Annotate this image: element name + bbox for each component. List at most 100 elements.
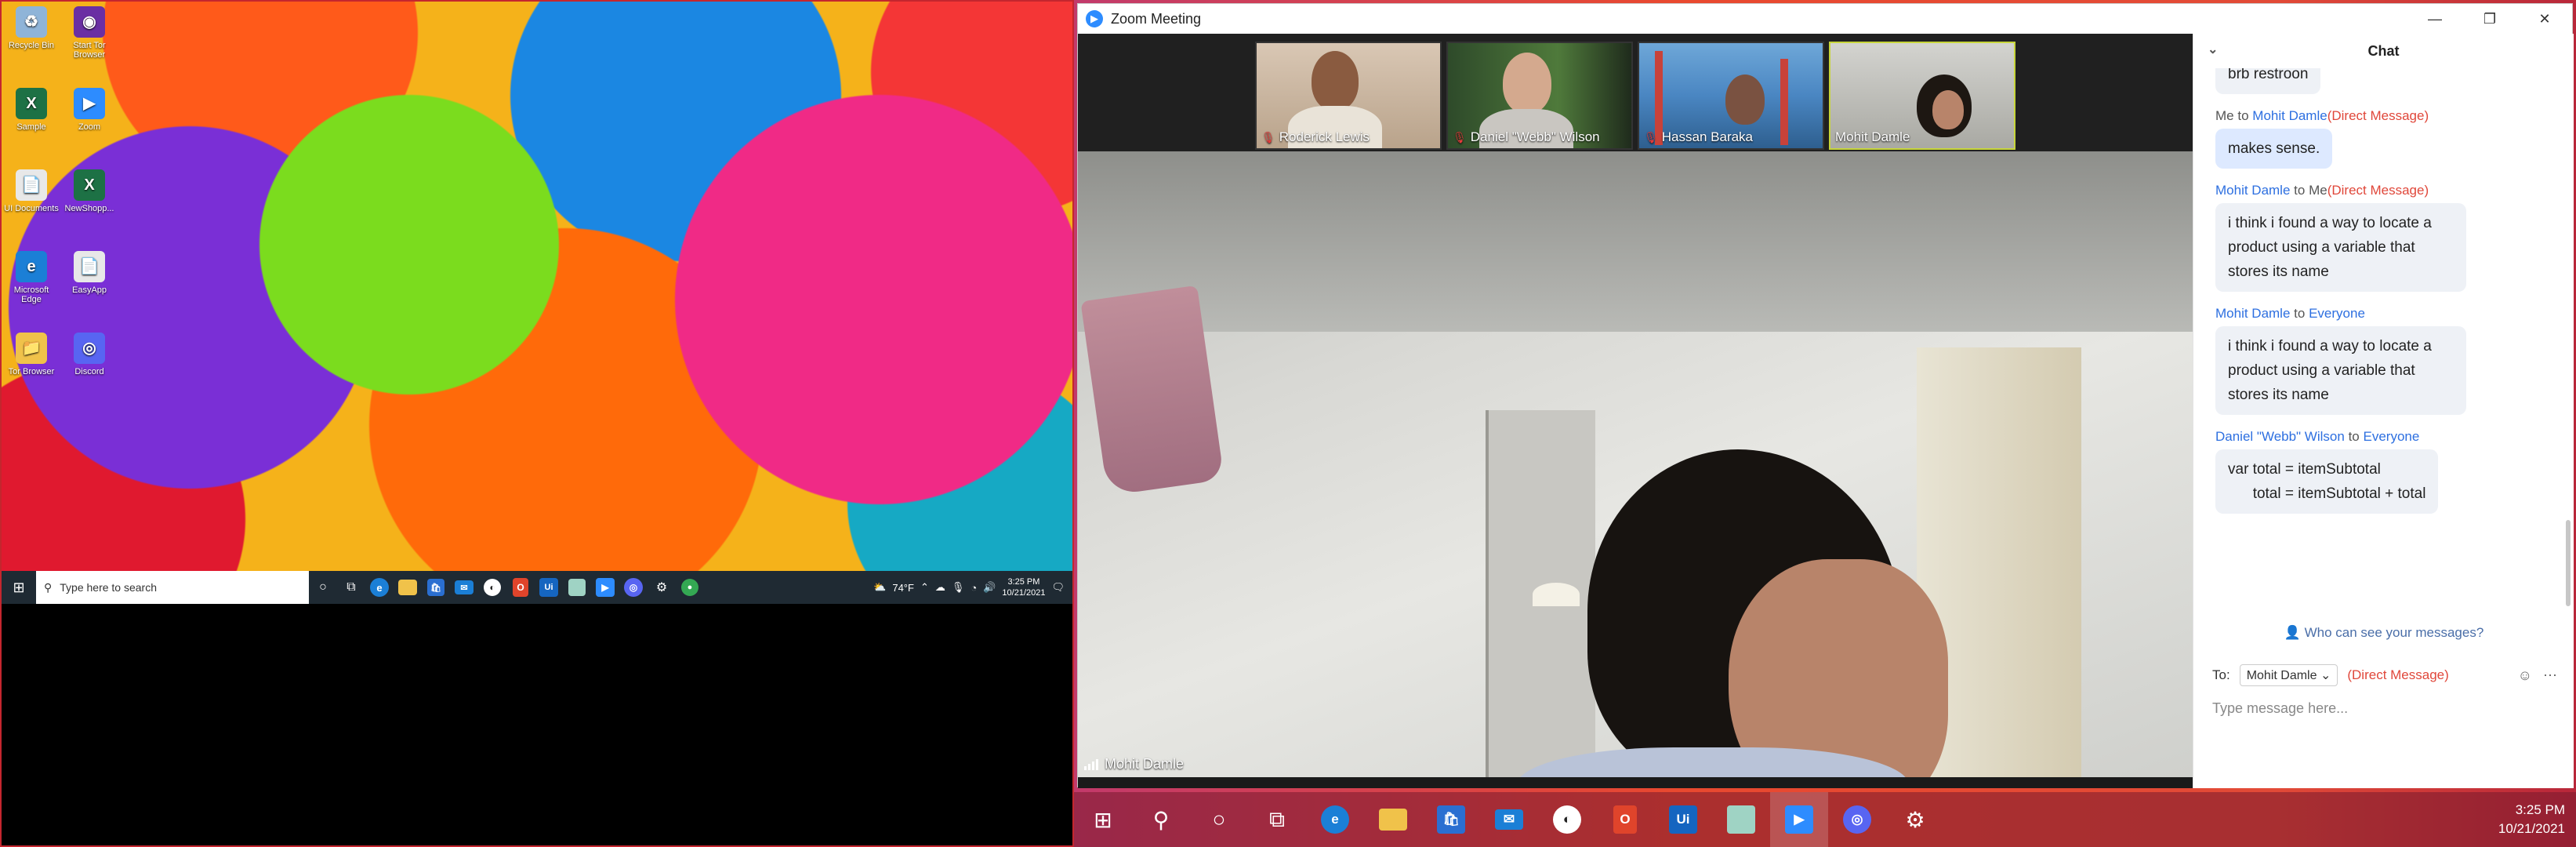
weather-text[interactable]: 74°F: [892, 582, 914, 594]
chevron-down-icon[interactable]: ⌄: [2208, 42, 2218, 57]
participant-tile[interactable]: 🎙 Hassan Baraka: [1638, 42, 1824, 150]
system-tray: ⛅ 74°F ⌃ ☁ 🎙 ◔ 🔊 3:25 PM 10/21/2021 🗨: [873, 576, 1072, 598]
desktop-icon-label: Sample: [16, 122, 46, 132]
taskbar-clock[interactable]: 3:25 PM 10/21/2021: [2498, 801, 2576, 838]
message-sender[interactable]: Mohit Damle: [2215, 183, 2290, 198]
store-taskbar-icon[interactable]: 🛍: [1422, 792, 1480, 847]
settings-taskbar-icon[interactable]: ⚙: [1886, 792, 1944, 847]
signal-strength-icon: [1084, 758, 1098, 770]
message-recipient[interactable]: Everyone: [2363, 429, 2419, 444]
participant-tile-active[interactable]: Mohit Damle: [1829, 42, 2015, 150]
message-recipient[interactable]: Mohit Damle: [2252, 108, 2327, 123]
chat-header: ⌄ Chat: [2193, 34, 2574, 68]
chat-message-partial: brb restroon: [2215, 68, 2321, 94]
desktop-icon[interactable]: 📄 EasyApp: [61, 251, 118, 295]
desktop-icon[interactable]: ▶ Zoom: [61, 88, 118, 132]
mail-taskbar-icon[interactable]: ✉: [450, 571, 478, 604]
search-button[interactable]: ⚲: [1132, 792, 1190, 847]
zoom-taskbar-icon[interactable]: ▶: [591, 571, 619, 604]
desktop-icon[interactable]: X Sample: [3, 88, 60, 132]
discord-taskbar-icon[interactable]: ◎: [619, 571, 648, 604]
recipient-select[interactable]: Mohit Damle ⌄: [2239, 664, 2338, 686]
uipath-taskbar-icon[interactable]: Ui: [535, 571, 563, 604]
chrome-taskbar-icon[interactable]: ●: [676, 571, 704, 604]
desktop-icon[interactable]: 📄 UI Documents: [3, 169, 60, 213]
zoom-logo-icon: ▶: [1086, 10, 1103, 27]
cortana-button[interactable]: ○: [1190, 792, 1248, 847]
desktop-icon[interactable]: ◎ Discord: [61, 333, 118, 376]
desktop-icon-glyph: ▶: [74, 88, 105, 119]
desktop-icon-glyph: ◉: [74, 6, 105, 38]
participant-strip: 🎙 Roderick Lewis 🎙 Daniel "Webb" Wilson 🎙 H…: [1078, 34, 2193, 151]
zoom-meeting-window: ▶ Zoom Meeting — ❐ ✕ 🎙 Roderick Lewis 🎙 Da…: [1077, 3, 2574, 788]
emoji-icon[interactable]: ☺: [2518, 667, 2532, 684]
close-icon[interactable]: ✕: [2517, 4, 2572, 34]
participant-tile[interactable]: 🎙 Roderick Lewis: [1255, 42, 1442, 150]
message-sender[interactable]: Mohit Damle: [2215, 306, 2290, 321]
store-taskbar-icon[interactable]: 🛍: [422, 571, 450, 604]
file-explorer-taskbar-icon[interactable]: [1364, 792, 1422, 847]
minimize-icon[interactable]: —: [2407, 4, 2462, 34]
zoom-title-bar: ▶ Zoom Meeting — ❐ ✕: [1078, 4, 2572, 34]
taskbar-search-box[interactable]: ⚲ Type here to search: [36, 571, 309, 604]
more-options-icon[interactable]: ⋯: [2543, 667, 2557, 684]
desktop-icon[interactable]: 📁 Tor Browser: [3, 333, 60, 376]
notepad-taskbar-icon[interactable]: [563, 571, 591, 604]
task-view-button[interactable]: ⧉: [1248, 792, 1306, 847]
search-placeholder: Type here to search: [60, 581, 158, 594]
desktop-icon-label: Microsoft Edge: [13, 285, 49, 304]
chat-scrollbar[interactable]: [2566, 520, 2571, 606]
chat-messages[interactable]: brb restroon Me to Mohit Damle(Direct Me…: [2193, 68, 2574, 609]
office-taskbar-icon[interactable]: O: [1596, 792, 1654, 847]
desktop-icon[interactable]: e Microsoft Edge: [3, 251, 60, 304]
volume-icon[interactable]: 🔊: [983, 581, 996, 594]
desktop-icon-label: Tor Browser: [8, 367, 55, 376]
steam-taskbar-icon[interactable]: ◐: [478, 571, 506, 604]
uipath-taskbar-icon[interactable]: Ui: [1654, 792, 1712, 847]
desktop-icon[interactable]: ◉ Start Tor Browser: [61, 6, 118, 60]
participant-tile[interactable]: 🎙 Daniel "Webb" Wilson: [1446, 42, 1633, 150]
microphone-icon[interactable]: 🎙: [952, 581, 965, 594]
who-can-see-text: Who can see your messages?: [2304, 625, 2484, 640]
notifications-icon[interactable]: 🗨: [1051, 581, 1065, 594]
chat-message-header: Mohit Damle to Me(Direct Message): [2215, 183, 2551, 198]
desktop-wallpaper: ♻ Recycle Bin ◉ Start Tor Browser X Sample ▶ Zo…: [2, 2, 1072, 571]
desktop-icon-glyph: e: [16, 251, 47, 282]
desktop-icon[interactable]: X NewShopp...: [61, 169, 118, 213]
discord-taskbar-icon[interactable]: ◎: [1828, 792, 1886, 847]
file-explorer-taskbar-icon[interactable]: [394, 571, 422, 604]
message-tag: (Direct Message): [2327, 108, 2429, 123]
office-taskbar-icon[interactable]: O: [506, 571, 535, 604]
desktop-icon[interactable]: ♻ Recycle Bin: [3, 6, 60, 50]
task-view-button[interactable]: ⧉: [337, 571, 365, 604]
who-can-see-link[interactable]: 👤 Who can see your messages?: [2193, 625, 2574, 641]
network-icon[interactable]: ◔: [971, 582, 977, 594]
cortana-button[interactable]: ○: [309, 571, 337, 604]
desktop-icon-label: UI Documents: [4, 204, 59, 213]
person-icon: 👤: [2284, 625, 2301, 640]
mail-taskbar-icon[interactable]: ✉: [1480, 792, 1538, 847]
start-button[interactable]: ⊞: [1074, 792, 1132, 847]
settings-taskbar-icon[interactable]: ⚙: [648, 571, 676, 604]
cloud-icon[interactable]: ☁: [935, 581, 945, 594]
restore-icon[interactable]: ❐: [2462, 4, 2517, 34]
desktop-icon-glyph: 📁: [16, 333, 47, 364]
desktop-icon-label: Start Tor Browser: [73, 41, 106, 60]
zoom-taskbar-icon[interactable]: ▶: [1770, 792, 1828, 847]
participant-name: Hassan Baraka: [1661, 129, 1754, 144]
chat-message-bubble: makes sense.: [2215, 129, 2333, 169]
notepad-taskbar-icon[interactable]: [1712, 792, 1770, 847]
edge-taskbar-icon[interactable]: e: [1306, 792, 1364, 847]
message-sender[interactable]: Daniel "Webb" Wilson: [2215, 429, 2345, 444]
desktop-icon-glyph: 📄: [16, 169, 47, 201]
desktop-icon-label: Zoom: [78, 122, 101, 132]
edge-taskbar-icon[interactable]: e: [365, 571, 394, 604]
message-sender: Me: [2215, 108, 2234, 123]
start-button[interactable]: ⊞: [2, 571, 36, 604]
chevron-up-icon[interactable]: ⌃: [920, 581, 929, 594]
participant-name: Roderick Lewis: [1279, 129, 1370, 144]
chat-input[interactable]: Type message here...: [2212, 700, 2348, 717]
message-recipient[interactable]: Everyone: [2309, 306, 2365, 321]
taskbar-clock[interactable]: 3:25 PM 10/21/2021: [1002, 576, 1045, 598]
steam-taskbar-icon[interactable]: ◐: [1538, 792, 1596, 847]
